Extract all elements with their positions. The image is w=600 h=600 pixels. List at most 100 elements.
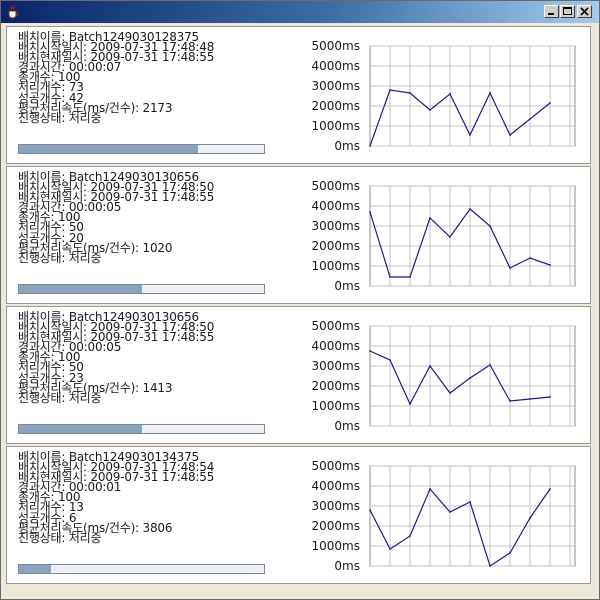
batch-panel: 배치이름: Batch1249030134375 배치시작일시: 2009-07… bbox=[6, 446, 591, 584]
batch-info: 배치이름: Batch1249030134375 배치시작일시: 2009-07… bbox=[18, 451, 288, 545]
data-point bbox=[449, 236, 451, 238]
y-tick-label: 1000ms bbox=[312, 399, 360, 413]
y-tick-label: 2000ms bbox=[312, 239, 360, 253]
status-value: 처리중 bbox=[68, 110, 102, 125]
plot-area bbox=[369, 185, 576, 287]
data-point bbox=[389, 548, 391, 550]
data-point bbox=[529, 517, 531, 519]
data-point bbox=[509, 400, 511, 402]
response-time-chart: 0ms 1000ms 2000ms 3000ms 4000ms 5000ms bbox=[312, 41, 576, 151]
data-point bbox=[549, 264, 551, 266]
y-tick-label: 5000ms bbox=[312, 321, 360, 333]
progress-bar bbox=[18, 284, 265, 294]
progress-fill bbox=[19, 425, 142, 433]
batch-info: 배치이름: Batch1249030128375 배치시작일시: 2009-07… bbox=[18, 31, 288, 125]
data-point bbox=[509, 134, 511, 136]
progress-fill bbox=[19, 285, 142, 293]
batch-panel: 배치이름: Batch1249030128375 배치시작일시: 2009-07… bbox=[6, 26, 591, 164]
data-point bbox=[409, 403, 411, 405]
batch-info: 배치이름: Batch1249030130656 배치시작일시: 2009-07… bbox=[18, 311, 288, 405]
java-cup-icon[interactable] bbox=[5, 4, 21, 20]
y-tick-label: 0ms bbox=[334, 419, 360, 431]
data-point bbox=[389, 89, 391, 91]
maximize-icon bbox=[563, 7, 572, 15]
y-tick-label: 1000ms bbox=[312, 259, 360, 273]
main-window: 배치이름: Batch1249030128375 배치시작일시: 2009-07… bbox=[0, 0, 600, 600]
maximize-button[interactable] bbox=[560, 5, 575, 18]
y-tick-label: 4000ms bbox=[312, 339, 360, 353]
data-point bbox=[489, 225, 491, 227]
data-point bbox=[409, 535, 411, 537]
data-point bbox=[389, 276, 391, 278]
progress-bar bbox=[18, 144, 265, 154]
data-point bbox=[409, 92, 411, 94]
data-point bbox=[429, 217, 431, 219]
y-tick-label: 3000ms bbox=[312, 219, 360, 233]
status-value: 처리중 bbox=[68, 250, 102, 265]
y-tick-label: 2000ms bbox=[312, 379, 360, 393]
y-tick-label: 3000ms bbox=[312, 499, 360, 513]
data-point bbox=[489, 364, 491, 366]
response-time-chart: 0ms 1000ms 2000ms 3000ms 4000ms 5000ms bbox=[312, 461, 576, 571]
y-tick-label: 4000ms bbox=[312, 199, 360, 213]
response-time-chart: 0ms 1000ms 2000ms 3000ms 4000ms 5000ms bbox=[312, 181, 576, 291]
data-point bbox=[469, 377, 471, 379]
batch-panel: 배치이름: Batch1249030130656 배치시작일시: 2009-07… bbox=[6, 166, 591, 304]
data-point bbox=[409, 276, 411, 278]
data-point bbox=[529, 118, 531, 120]
data-point bbox=[509, 552, 511, 554]
data-point bbox=[489, 92, 491, 94]
data-point bbox=[509, 267, 511, 269]
minimize-button[interactable] bbox=[544, 5, 559, 18]
y-tick-label: 2000ms bbox=[312, 519, 360, 533]
y-tick-label: 4000ms bbox=[312, 59, 360, 73]
progress-fill bbox=[19, 565, 51, 573]
data-point bbox=[369, 509, 371, 511]
data-point bbox=[369, 145, 371, 147]
data-point bbox=[549, 102, 551, 104]
progress-bar bbox=[18, 424, 265, 434]
data-point bbox=[369, 350, 371, 352]
avg-speed-value: 1413 bbox=[142, 380, 173, 395]
data-point bbox=[389, 359, 391, 361]
y-tick-label: 5000ms bbox=[312, 461, 360, 473]
data-point bbox=[369, 211, 371, 213]
data-point bbox=[529, 398, 531, 400]
y-tick-label: 0ms bbox=[334, 139, 360, 151]
plot-area bbox=[369, 465, 576, 567]
batch-info: 배치이름: Batch1249030130656 배치시작일시: 2009-07… bbox=[18, 171, 288, 265]
data-point bbox=[449, 392, 451, 394]
data-point bbox=[429, 488, 431, 490]
y-tick-label: 2000ms bbox=[312, 99, 360, 113]
data-point bbox=[529, 257, 531, 259]
status-value: 처리중 bbox=[68, 390, 102, 405]
response-time-chart: 0ms 1000ms 2000ms 3000ms 4000ms 5000ms bbox=[312, 321, 576, 431]
close-icon bbox=[580, 7, 589, 16]
data-point bbox=[429, 365, 431, 367]
y-tick-label: 5000ms bbox=[312, 41, 360, 53]
data-point bbox=[469, 501, 471, 503]
data-point bbox=[429, 109, 431, 111]
data-point bbox=[549, 396, 551, 398]
y-tick-label: 5000ms bbox=[312, 181, 360, 193]
avg-speed-value: 3806 bbox=[142, 520, 173, 535]
close-button[interactable] bbox=[577, 5, 592, 18]
data-point bbox=[469, 134, 471, 136]
title-bar[interactable] bbox=[1, 1, 599, 23]
progress-fill bbox=[19, 145, 198, 153]
avg-speed-value: 1020 bbox=[142, 240, 173, 255]
data-point bbox=[449, 93, 451, 95]
y-tick-label: 3000ms bbox=[312, 359, 360, 373]
data-point bbox=[549, 488, 551, 490]
y-tick-label: 0ms bbox=[334, 559, 360, 571]
batch-panel: 배치이름: Batch1249030130656 배치시작일시: 2009-07… bbox=[6, 306, 591, 444]
status-value: 처리중 bbox=[68, 530, 102, 545]
minimize-icon bbox=[548, 13, 554, 15]
data-point bbox=[489, 565, 491, 567]
y-tick-label: 3000ms bbox=[312, 79, 360, 93]
y-tick-label: 1000ms bbox=[312, 119, 360, 133]
y-tick-label: 0ms bbox=[334, 279, 360, 291]
y-tick-label: 4000ms bbox=[312, 479, 360, 493]
batch-list: 배치이름: Batch1249030128375 배치시작일시: 2009-07… bbox=[6, 26, 595, 594]
data-point bbox=[449, 511, 451, 513]
